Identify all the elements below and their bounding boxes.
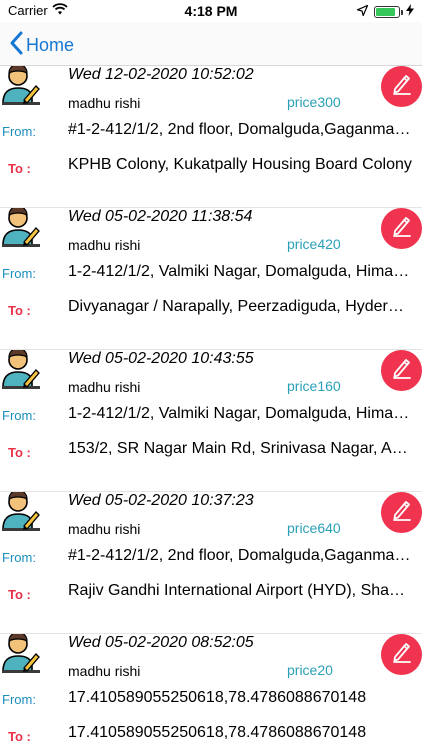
pencil-icon: [392, 499, 412, 526]
ride-date: Wed 12-02-2020 10:52:02: [68, 66, 254, 83]
rider-name: madhu rishi: [68, 379, 141, 395]
status-indicators: [355, 3, 414, 21]
back-label: Home: [26, 35, 75, 55]
pickup-address: #1-2-412/1/2, 2nd floor, Domalguda,Gagan…: [68, 121, 412, 138]
to-label: To :: [8, 587, 31, 602]
pencil-icon: [392, 73, 412, 100]
edit-button[interactable]: [381, 634, 422, 675]
location-arrow-icon: [355, 3, 369, 21]
ride-history-list[interactable]: Wed 12-02-2020 10:52:02 madhu rishi pric…: [0, 63, 422, 750]
user-avatar-icon: [2, 205, 40, 248]
pickup-address: 1-2-412/1/2, Valmiki Nagar, Domalguda, H…: [68, 405, 412, 422]
edit-button[interactable]: [381, 208, 422, 249]
ride-date: Wed 05-02-2020 10:43:55: [68, 350, 254, 367]
to-label: To :: [8, 445, 31, 460]
rider-name: madhu rishi: [68, 663, 141, 679]
carrier-info: Carrier: [8, 3, 68, 18]
edit-button[interactable]: [381, 350, 422, 391]
ride-card[interactable]: Wed 12-02-2020 10:52:02 madhu rishi pric…: [0, 63, 422, 208]
drop-address: KPHB Colony, Kukatpally Housing Board Co…: [68, 156, 412, 173]
drop-address: 153/2, SR Nagar Main Rd, Srinivasa Nagar…: [68, 440, 412, 457]
edit-button[interactable]: [381, 66, 422, 107]
back-button[interactable]: Home: [10, 31, 74, 60]
status-bar: Carrier 4:18 PM: [0, 0, 422, 22]
from-label: From:: [2, 124, 36, 139]
charging-bolt-icon: [406, 3, 414, 21]
user-avatar-icon: [2, 63, 40, 106]
pickup-address: 1-2-412/1/2, Valmiki Nagar, Domalguda, H…: [68, 263, 412, 280]
from-label: From:: [2, 692, 36, 707]
from-label: From:: [2, 266, 36, 281]
ride-card[interactable]: Wed 05-02-2020 08:52:05 madhu rishi pric…: [0, 631, 422, 750]
ride-date: Wed 05-02-2020 10:37:23: [68, 492, 254, 509]
rider-name: madhu rishi: [68, 237, 141, 253]
ride-price: price640: [287, 520, 341, 536]
drop-address: Rajiv Gandhi International Airport (HYD)…: [68, 582, 412, 599]
user-avatar-icon: [2, 489, 40, 532]
to-label: To :: [8, 729, 31, 744]
to-label: To :: [8, 303, 31, 318]
rider-name: madhu rishi: [68, 95, 141, 111]
pickup-address: #1-2-412/1/2, 2nd floor, Domalguda,Gagan…: [68, 547, 412, 564]
ride-price: price420: [287, 236, 341, 252]
drop-address: Divyanagar / Narapally, Peerzadiguda, Hy…: [68, 298, 412, 315]
user-avatar-icon: [2, 631, 40, 674]
ride-date: Wed 05-02-2020 11:38:54: [68, 208, 253, 225]
ride-card[interactable]: Wed 05-02-2020 11:38:54 madhu rishi pric…: [0, 205, 422, 350]
battery-icon: [374, 6, 403, 18]
from-label: From:: [2, 408, 36, 423]
ride-card[interactable]: Wed 05-02-2020 10:37:23 madhu rishi pric…: [0, 489, 422, 634]
ride-price: price300: [287, 94, 341, 110]
from-label: From:: [2, 550, 36, 565]
edit-button[interactable]: [381, 492, 422, 533]
pencil-icon: [392, 215, 412, 242]
rider-name: madhu rishi: [68, 521, 141, 537]
drop-address: 17.410589055250618,78.4786088670148: [68, 724, 367, 741]
ride-price: price160: [287, 378, 341, 394]
chevron-left-icon: [10, 31, 24, 60]
wifi-icon: [52, 3, 68, 18]
ride-card[interactable]: Wed 05-02-2020 10:43:55 madhu rishi pric…: [0, 347, 422, 492]
ride-price: price20: [287, 662, 333, 678]
pencil-icon: [392, 641, 412, 668]
ride-date: Wed 05-02-2020 08:52:05: [68, 634, 254, 651]
user-avatar-icon: [2, 347, 40, 390]
pickup-address: 17.410589055250618,78.4786088670148: [68, 689, 367, 706]
to-label: To :: [8, 161, 31, 176]
battery-tip: [401, 10, 403, 15]
pencil-icon: [392, 357, 412, 384]
battery-fill: [376, 8, 395, 16]
carrier-label: Carrier: [8, 3, 48, 18]
navigation-bar: Home: [0, 22, 422, 66]
